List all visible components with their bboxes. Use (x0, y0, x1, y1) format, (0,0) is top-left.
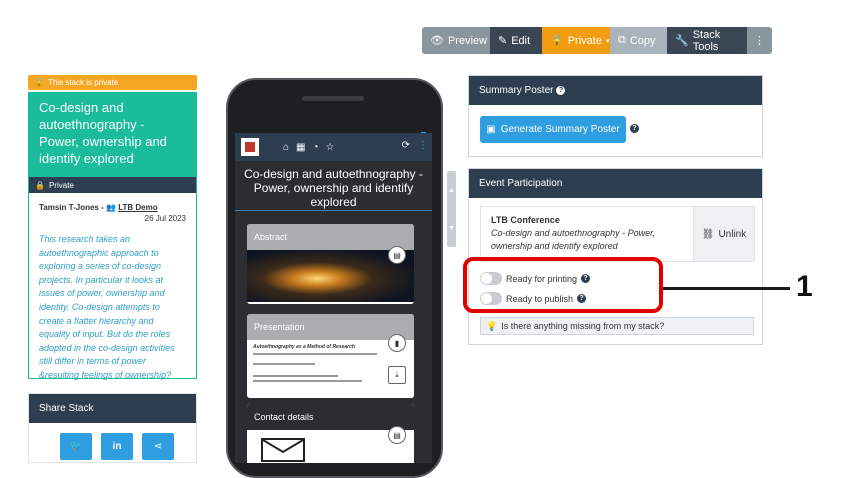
help-icon[interactable]: ? (630, 124, 639, 133)
summary-poster-panel: Summary Poster ? ▣ Generate Summary Post… (468, 75, 763, 157)
copy-icon: ⧉ (618, 34, 626, 46)
grid-icon[interactable]: ▦ (296, 142, 305, 153)
copy-button[interactable]: ⧉ Copy (610, 27, 667, 54)
download-icon[interactable]: ⤓ (388, 366, 406, 384)
share-stack-card: Share Stack 🐦 in ⋖ (28, 393, 197, 463)
stack-info-card: Co-design and autoethnography - Power, o… (28, 92, 197, 380)
phone-card-title: Contact details (247, 404, 414, 430)
unlink-icon: ⛓ (701, 228, 715, 240)
file-icon[interactable]: ▮ (388, 334, 406, 352)
group-icon: 👥 (106, 203, 116, 212)
preview-button[interactable]: 👁 Preview (422, 27, 490, 54)
arrow-down-icon: ▼ (448, 224, 455, 232)
visibility-bar: 🔒 Private (29, 177, 196, 193)
phone-card-title: Presentation (247, 314, 414, 340)
private-stack-banner: 🔒 This stack is private (28, 75, 197, 90)
stack-title-box: Co-design and autoethnography - Power, o… (29, 93, 196, 177)
phone-card-abstract[interactable]: Abstract ▤ (247, 224, 414, 304)
envelope-icon (261, 438, 305, 462)
phone-scroll-handle[interactable]: ▲ ▼ (447, 171, 456, 247)
status-bar (409, 126, 429, 139)
more-options-button[interactable]: ⋮ (747, 27, 772, 54)
lightbulb-icon: 💡 (486, 320, 498, 331)
vertical-dots-icon[interactable]: ⋮ (418, 140, 428, 151)
missing-items-button[interactable]: 💡 Is there anything missing from my stac… (480, 317, 754, 335)
phone-card-contact[interactable]: Contact details ▤ (247, 404, 414, 463)
lock-icon: 🔒 (550, 35, 564, 47)
callout-line (663, 287, 790, 290)
conference-name: LTB Conference (491, 215, 560, 225)
share-stack-title: Share Stack (29, 394, 196, 423)
share-icon: ⋖ (153, 441, 163, 452)
author-line: Tamsin T-Jones - 👥 LTB Demo (29, 193, 196, 212)
author-name: Tamsin T-Jones - (39, 203, 104, 212)
stack-tools-button[interactable]: 🔧 Stack Tools (667, 27, 747, 54)
phone-card-presentation[interactable]: Presentation Autoethnography as a Method… (247, 314, 414, 398)
help-icon[interactable]: ? (556, 86, 566, 95)
phone-card-title: Abstract (247, 224, 414, 250)
generate-summary-poster-button[interactable]: ▣ Generate Summary Poster (480, 116, 626, 143)
lock-icon: 🔒 (35, 180, 45, 190)
private-dropdown-button[interactable]: 🔒 Private ▾ (542, 27, 610, 54)
linkedin-share-button[interactable]: in (101, 433, 133, 460)
phone-app-nav: ⌂ ▦ ◔ ☆ ⟳ ⋮ (235, 133, 432, 161)
stack-description: This research takes an autoethnographic … (39, 234, 175, 380)
star-icon[interactable]: ☆ (326, 142, 335, 153)
conference-entry: LTB Conference Co-design and autoethnogr… (480, 206, 755, 262)
lock-icon: 🔒 (34, 78, 44, 87)
conference-stack-title: Co-design and autoethnography - Power, o… (491, 228, 656, 251)
event-participation-header: Event Participation (469, 169, 762, 198)
summary-poster-header: Summary Poster ? (469, 76, 762, 105)
poster-icon: ▣ (486, 124, 496, 135)
app-logo (241, 138, 259, 156)
chat-icon[interactable]: ◔ (313, 142, 319, 153)
edit-button[interactable]: ✎ Edit (490, 27, 542, 54)
edit-icon: ✎ (498, 35, 508, 47)
group-link[interactable]: LTB Demo (118, 203, 157, 212)
caret-down-icon: ▾ (605, 37, 610, 45)
stack-title: Co-design and autoethnography - Power, o… (39, 100, 167, 166)
twitter-icon: 🐦 (69, 441, 83, 452)
twitter-share-button[interactable]: 🐦 (60, 433, 92, 460)
unlink-button[interactable]: ⛓ Unlink (693, 207, 754, 261)
share-button[interactable]: ⋖ (142, 433, 174, 460)
document-icon[interactable]: ▤ (388, 426, 406, 444)
doc-heading: Autoethnography as a Method of Research (253, 344, 355, 350)
highlight-annotation-box (463, 257, 663, 313)
wrench-icon: 🔧 (675, 35, 689, 47)
stack-date: 26 Jul 2023 (144, 214, 186, 223)
home-icon[interactable]: ⌂ (283, 142, 289, 153)
callout-number: 1 (796, 270, 813, 303)
phone-speaker (302, 96, 364, 101)
stack-toolbar: 👁 Preview ✎ Edit 🔒 Private ▾ ⧉ Copy 🔧 St… (422, 27, 772, 54)
vertical-dots-icon: ⋮ (754, 35, 765, 47)
arrow-up-icon: ▲ (448, 186, 455, 194)
document-icon[interactable]: ▤ (388, 246, 406, 264)
refresh-icon[interactable]: ⟳ (402, 140, 410, 151)
linkedin-icon: in (112, 441, 122, 452)
eye-icon: 👁 (430, 35, 444, 47)
phone-screen: ⌂ ▦ ◔ ☆ ⟳ ⋮ Co-design and autoethnograph… (235, 133, 432, 463)
phone-stack-title: Co-design and autoethnography - Power, o… (235, 161, 432, 211)
